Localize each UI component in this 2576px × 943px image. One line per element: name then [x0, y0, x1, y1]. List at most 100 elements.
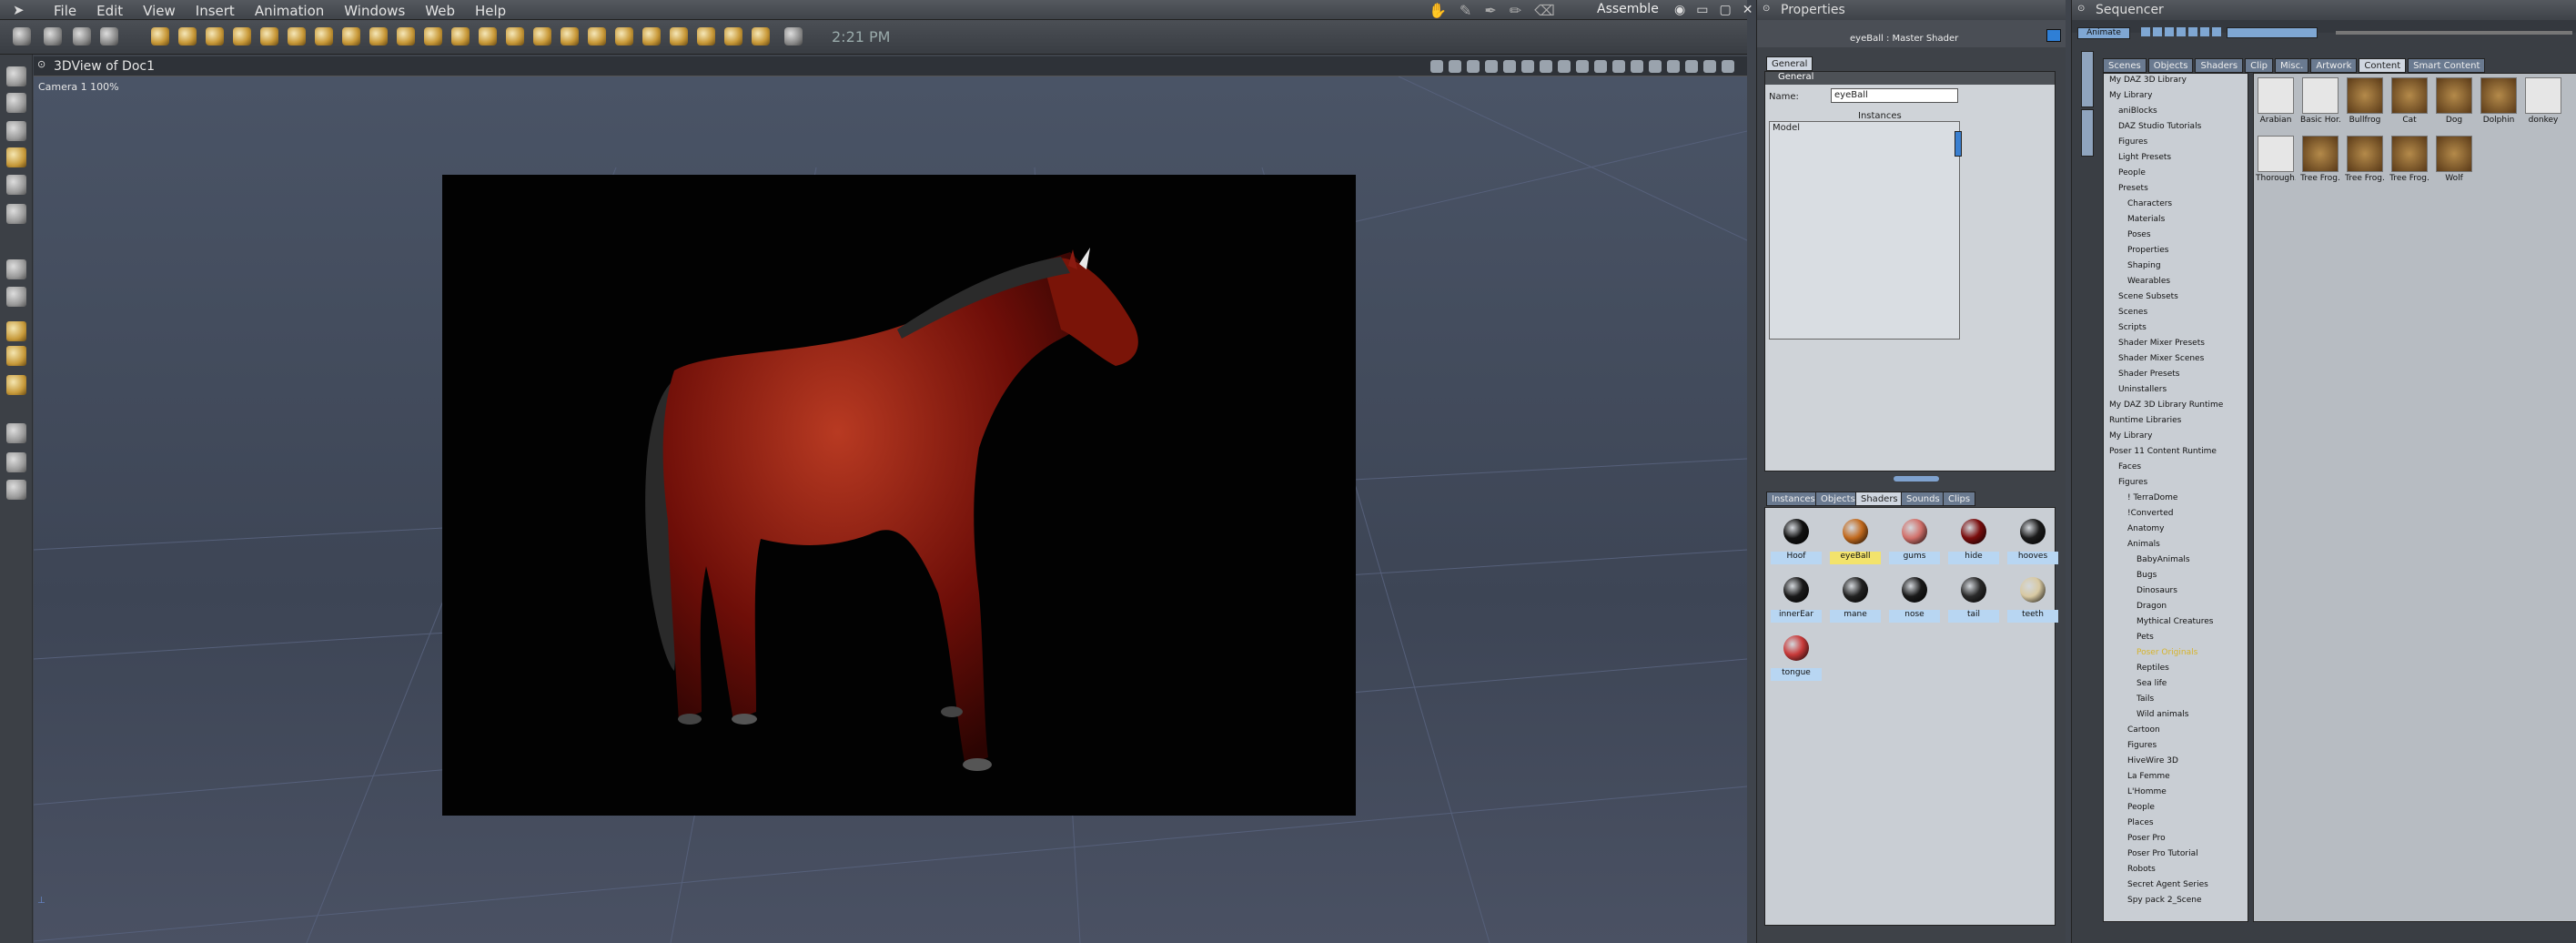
tree-item[interactable]: My DAZ 3D Library Runtime	[2109, 401, 2223, 416]
tab-objects[interactable]: Objects	[1815, 492, 1861, 506]
shader-swatch[interactable]: mane	[1828, 570, 1883, 626]
layout-split-icon[interactable]	[1521, 60, 1534, 73]
tree-item[interactable]: Dinosaurs	[2137, 586, 2177, 602]
axis-icon[interactable]	[1631, 60, 1643, 73]
pencil-icon-2[interactable]	[784, 27, 803, 46]
tree-item[interactable]: Tails	[2137, 695, 2154, 710]
menu-edit[interactable]: Edit	[86, 3, 133, 19]
tree-item[interactable]: Shader Mixer Presets	[2118, 339, 2205, 354]
tree-item[interactable]: Properties	[2127, 246, 2168, 261]
tree-item[interactable]: La Femme	[2127, 772, 2170, 787]
tree-item[interactable]: Uninstallers	[2118, 385, 2167, 401]
content-thumbnail[interactable]: Thorough.	[2256, 134, 2296, 188]
wheel-icon[interactable]	[724, 27, 742, 46]
tree-item[interactable]: Shaping	[2127, 261, 2161, 277]
tree-item[interactable]: Figures	[2118, 478, 2147, 493]
link-icon[interactable]	[1430, 60, 1443, 73]
menu-animation[interactable]: Animation	[245, 3, 334, 19]
tab-misc[interactable]: Misc.	[2275, 58, 2309, 73]
cone-icon[interactable]	[233, 27, 251, 46]
panel-splitter[interactable]	[1894, 476, 1939, 482]
layout-grid-icon[interactable]	[1558, 60, 1571, 73]
vtab-browser[interactable]	[2081, 109, 2094, 157]
shader-swatch[interactable]: tail	[1946, 570, 2001, 626]
edit-tool-icon[interactable]	[100, 27, 118, 46]
3d-viewport[interactable]: Camera 1 100% ⊥	[34, 76, 1747, 943]
sphere-zone-icon[interactable]	[6, 346, 26, 366]
instance-item[interactable]: Model	[1770, 122, 1959, 134]
tree-item[interactable]: Wild animals	[2137, 710, 2188, 725]
scale-icon[interactable]	[6, 204, 26, 224]
tab-general[interactable]: General	[1766, 56, 1813, 71]
tree-item[interactable]: Scene Subsets	[2118, 292, 2178, 308]
cube-icon[interactable]	[1685, 60, 1698, 73]
first-frame-icon[interactable]	[2141, 27, 2150, 36]
tree-item[interactable]: People	[2127, 803, 2155, 818]
tree-item[interactable]: Poses	[2127, 230, 2151, 246]
abc-icon[interactable]	[506, 27, 524, 46]
pen-icon[interactable]: ✒	[1484, 2, 1496, 19]
twist-icon[interactable]	[6, 147, 26, 167]
tree-item[interactable]: HiveWire 3D	[2127, 756, 2178, 772]
wand-icon[interactable]	[642, 27, 661, 46]
tree-item[interactable]: Presets	[2118, 184, 2148, 199]
bottle-icon[interactable]	[561, 27, 579, 46]
joint-icon[interactable]	[6, 321, 26, 341]
light-toggle-icon[interactable]	[1612, 60, 1625, 73]
keyframe-controls[interactable]	[2227, 27, 2318, 38]
scale-tool-icon[interactable]	[73, 27, 91, 46]
zoom-icon[interactable]	[6, 480, 26, 500]
content-thumbnail[interactable]: donkey	[2523, 76, 2563, 130]
rotate-icon[interactable]	[6, 121, 26, 141]
tree-item[interactable]: DAZ Studio Tutorials	[2118, 122, 2201, 137]
tree-item[interactable]: People	[2118, 168, 2146, 184]
bowl-icon[interactable]	[588, 27, 606, 46]
tab-shaders[interactable]: Shaders	[2195, 58, 2244, 73]
globe-icon[interactable]	[1722, 60, 1734, 73]
rotate-tool-icon[interactable]	[44, 27, 62, 46]
tree-item[interactable]: Sea life	[2137, 679, 2167, 695]
tree-item[interactable]: Spy pack 2_Scene	[2127, 896, 2202, 911]
cylinder-icon[interactable]	[178, 27, 197, 46]
camera-icon[interactable]	[424, 27, 442, 46]
tree-item[interactable]: Reptiles	[2137, 664, 2169, 679]
leaf-icon[interactable]	[615, 27, 633, 46]
prev-frame-icon[interactable]	[2165, 27, 2174, 36]
tree-item[interactable]: Secret Agent Series	[2127, 880, 2208, 896]
select-tool-icon[interactable]	[13, 27, 31, 46]
plane-icon[interactable]	[342, 27, 360, 46]
text-icon[interactable]	[288, 27, 306, 46]
tree-item[interactable]: Mythical Creatures	[2137, 617, 2213, 633]
content-thumbnail[interactable]: Wolf	[2434, 134, 2474, 188]
camera-tool-icon[interactable]	[6, 423, 26, 443]
content-thumbnail[interactable]: Bullfrog	[2345, 76, 2385, 130]
stop-icon[interactable]	[2177, 27, 2186, 36]
tree-item[interactable]: Wearables	[2127, 277, 2170, 292]
tree-item[interactable]: Robots	[2127, 865, 2156, 880]
prev-key-icon[interactable]	[2153, 27, 2162, 36]
menu-windows[interactable]: Windows	[334, 3, 415, 19]
content-thumbnail[interactable]: Dog	[2434, 76, 2474, 130]
sphere-icon[interactable]	[151, 27, 169, 46]
gear-icon[interactable]	[315, 27, 333, 46]
panel-menu-icon[interactable]: ⊙	[2077, 4, 2085, 14]
room-label[interactable]: Assemble	[1597, 2, 1659, 16]
content-thumbnail[interactable]: Tree Frog.	[2300, 134, 2340, 188]
tree-item[interactable]: Shader Presets	[2118, 370, 2180, 385]
shader-swatch[interactable]: eyeBall	[1828, 512, 1883, 568]
translate-icon[interactable]	[6, 287, 26, 307]
play-icon[interactable]	[2188, 27, 2197, 36]
layout-quad-icon[interactable]	[1540, 60, 1552, 73]
content-thumbnail[interactable]: Arabian	[2256, 76, 2296, 130]
general-section-header[interactable]: General	[1765, 72, 2055, 85]
menu-file[interactable]: File	[44, 3, 86, 19]
arrow-select-icon[interactable]	[6, 66, 26, 86]
minimize-icon[interactable]: ▭	[1696, 3, 1708, 17]
shader-swatch[interactable]: teeth	[2005, 570, 2060, 626]
pencil-icon[interactable]: ✏	[1510, 2, 1521, 19]
shade-icon[interactable]	[1594, 60, 1607, 73]
content-thumbnail[interactable]: Tree Frog.	[2345, 134, 2385, 188]
box-icon[interactable]	[1667, 60, 1680, 73]
tab-objects[interactable]: Objects	[2147, 58, 2194, 73]
tree-item[interactable]: L'Homme	[2127, 787, 2167, 803]
